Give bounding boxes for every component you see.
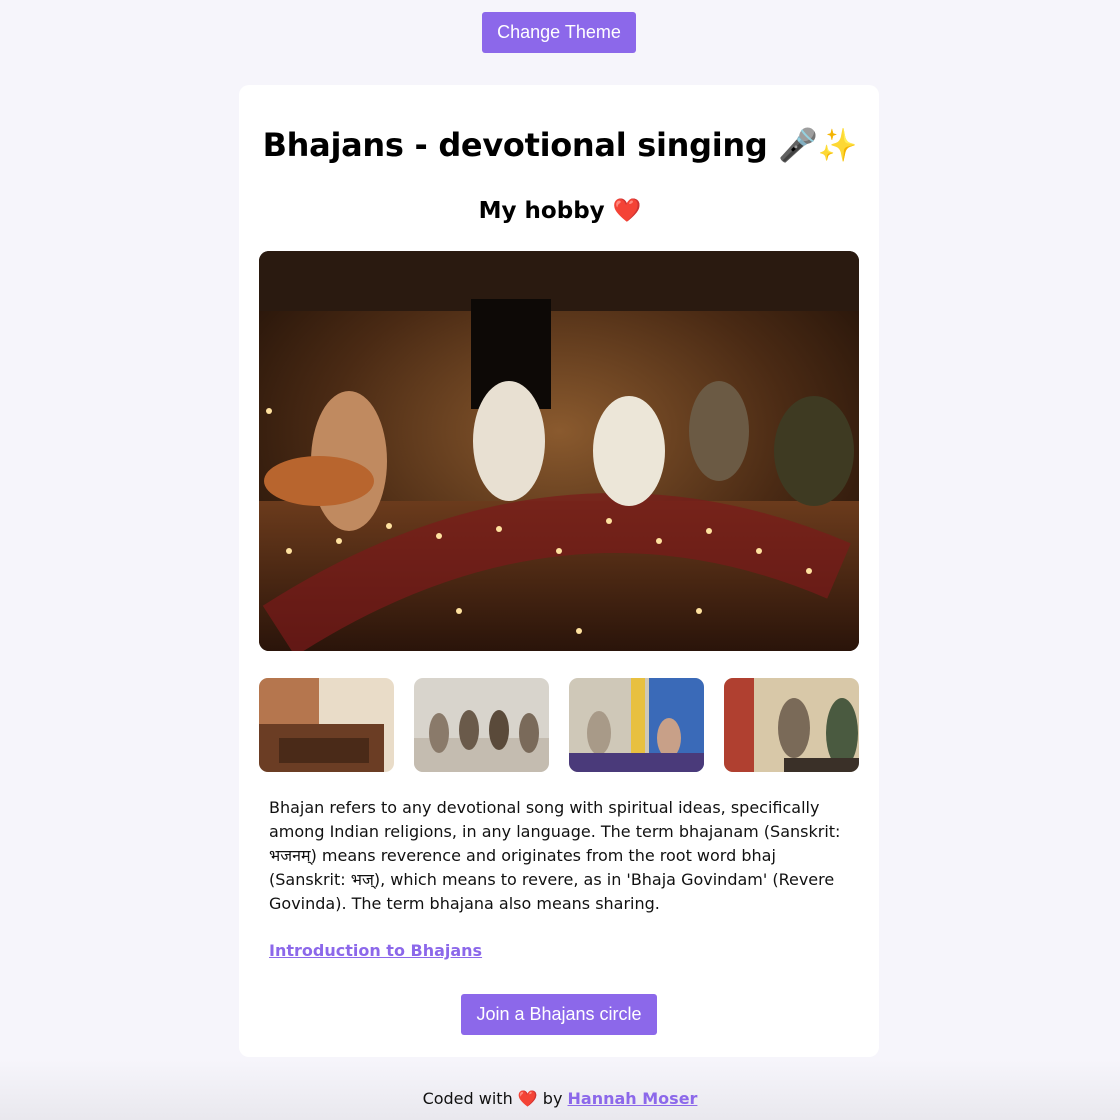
change-theme-button[interactable]: Change Theme — [482, 12, 636, 53]
thumbnail-harmonium[interactable] — [259, 678, 394, 772]
page-title: Bhajans - devotional singing 🎤✨ — [262, 126, 858, 164]
thumbnail-group-sitting[interactable] — [414, 678, 549, 772]
thumbnail-guitar-player[interactable] — [724, 678, 859, 772]
join-circle-button[interactable]: Join a Bhajans circle — [461, 994, 657, 1035]
description-text: Bhajan refers to any devotional song wit… — [269, 798, 841, 913]
hero-image — [259, 251, 859, 651]
footer-credit-text: Coded with ❤️ by — [422, 1089, 563, 1108]
page-subtitle: My hobby ❤️ — [478, 198, 642, 224]
introduction-link[interactable]: Introduction to Bhajans — [269, 941, 482, 960]
thumbnail-circle-colorful[interactable] — [569, 678, 704, 772]
author-link[interactable]: Hannah Moser — [568, 1089, 698, 1108]
footer: Coded with ❤️ by Hannah Moser — [0, 1089, 1120, 1108]
